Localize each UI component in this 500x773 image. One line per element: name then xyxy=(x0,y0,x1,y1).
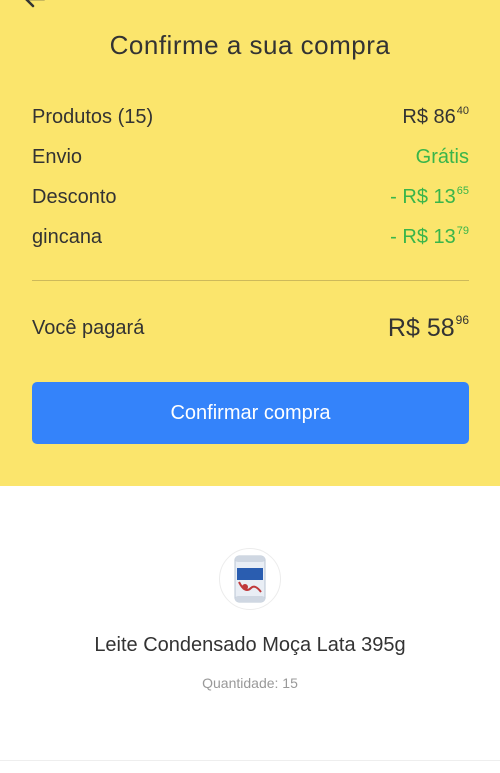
divider xyxy=(32,280,469,281)
row-label: Envio xyxy=(32,145,83,168)
total-value: R$ 5896 xyxy=(387,313,469,342)
product-name: Leite Condensado Moça Lata 395g xyxy=(94,634,406,656)
product-image xyxy=(219,548,281,610)
condensed-milk-can-icon xyxy=(234,555,266,603)
row-label: Produtos (15) xyxy=(32,105,154,128)
product-quantity: Quantidade: 15 xyxy=(202,675,298,691)
confirm-purchase-button[interactable]: Confirmar compra xyxy=(32,382,469,444)
row-gincana: gincana - R$ 1379 xyxy=(32,222,469,252)
row-label: Desconto xyxy=(32,185,117,208)
row-value: - R$ 1379 xyxy=(390,225,469,248)
row-products: Produtos (15) R$ 8640 xyxy=(32,102,469,132)
purchase-summary: Confirme a sua compra Produtos (15) R$ 8… xyxy=(0,0,500,486)
row-value: R$ 8640 xyxy=(402,105,469,128)
total-row: Você pagará R$ 5896 xyxy=(32,312,469,344)
total-label: Você pagará xyxy=(32,316,145,339)
row-value: Grátis xyxy=(415,145,469,168)
divider xyxy=(0,760,500,761)
row-shipping: Envio Grátis xyxy=(32,142,469,172)
row-value: - R$ 1365 xyxy=(390,185,469,208)
back-arrow-icon[interactable] xyxy=(22,0,48,12)
row-label: gincana xyxy=(32,225,103,248)
page-title: Confirme a sua compra xyxy=(109,30,391,60)
row-discount: Desconto - R$ 1365 xyxy=(32,182,469,212)
